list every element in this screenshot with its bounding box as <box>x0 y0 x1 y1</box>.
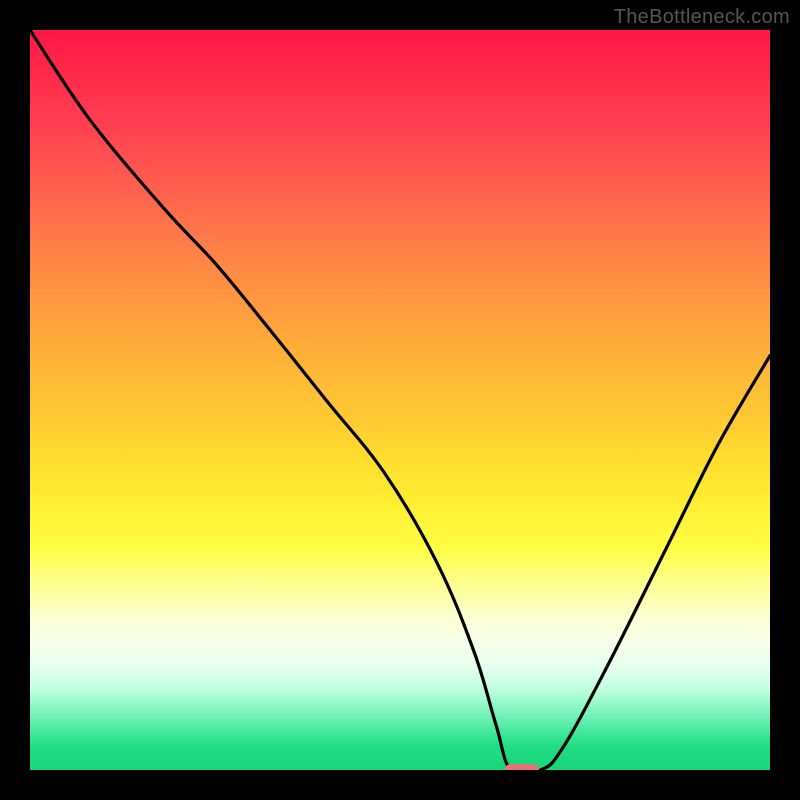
bottleneck-curve <box>30 30 770 770</box>
frame-left <box>0 0 30 800</box>
watermark-text: TheBottleneck.com <box>614 6 790 29</box>
frame-bottom <box>0 770 800 800</box>
chart-plot-area <box>30 30 770 770</box>
frame-right <box>770 0 800 800</box>
